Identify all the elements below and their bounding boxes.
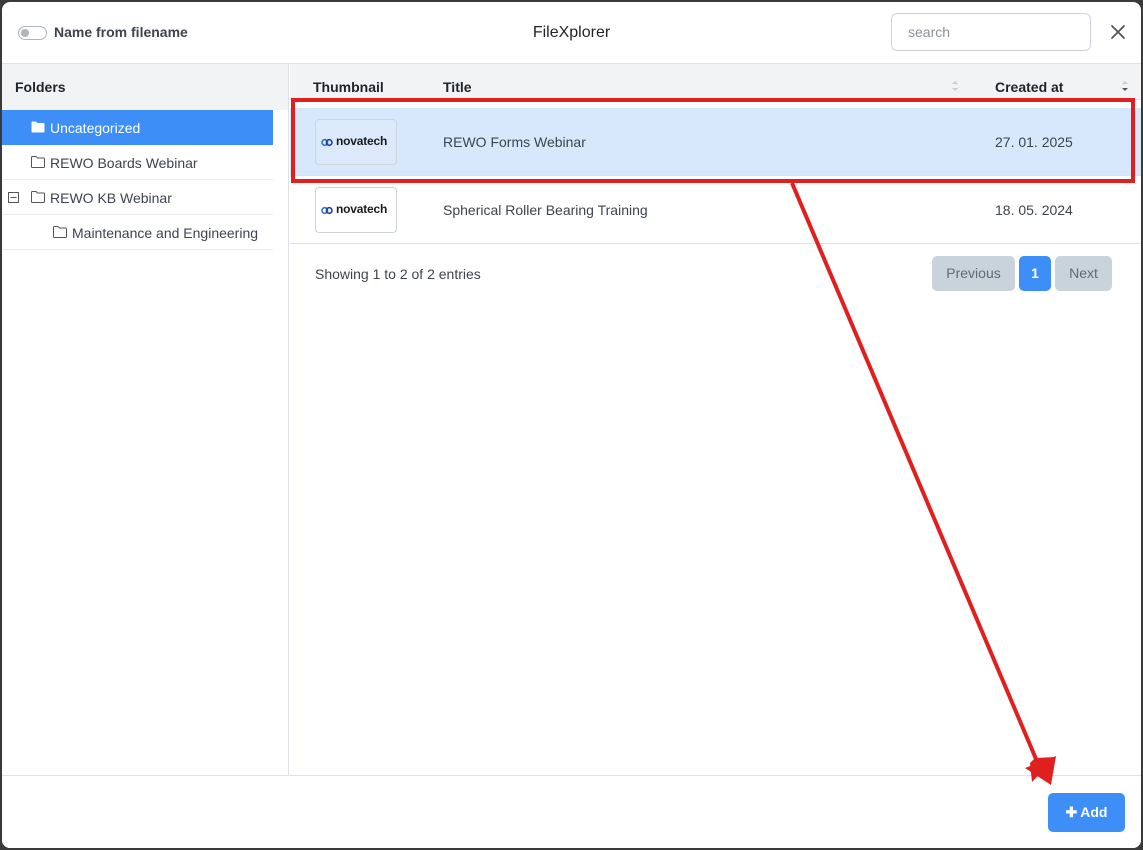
collapse-icon[interactable] xyxy=(8,192,19,203)
row-created-at: 27. 01. 2025 xyxy=(995,134,1073,150)
table-row[interactable]: novatech Spherical Roller Bearing Traini… xyxy=(290,176,1141,244)
files-table-panel: Thumbnail Title Created at novatech REWO… xyxy=(290,64,1141,776)
column-header-thumbnail: Thumbnail xyxy=(313,79,384,95)
thumbnail: novatech xyxy=(315,119,397,165)
folder-item-maintenance-and-engineering[interactable]: Maintenance and Engineering xyxy=(2,215,273,250)
add-button-label: Add xyxy=(1080,804,1108,820)
folder-icon xyxy=(31,191,45,203)
table-header: Thumbnail Title Created at xyxy=(290,64,1141,100)
thumbnail-logo-text: novatech xyxy=(336,134,388,148)
sort-desc-icon[interactable] xyxy=(1121,79,1129,93)
folder-icon xyxy=(53,226,67,238)
folder-item-uncategorized[interactable]: Uncategorized xyxy=(2,110,273,145)
add-button[interactable]: ✚ Add xyxy=(1048,793,1125,832)
column-header-title[interactable]: Title xyxy=(443,79,472,95)
folder-item-rewo-boards-webinar[interactable]: REWO Boards Webinar xyxy=(2,145,273,180)
column-header-created-at[interactable]: Created at xyxy=(995,79,1063,95)
folders-sidebar: Folders Uncategorized REWO Boards Webina… xyxy=(2,64,289,776)
thumbnail-logo-text: novatech xyxy=(336,202,388,216)
thumbnail: novatech xyxy=(315,187,397,233)
folder-label: Uncategorized xyxy=(50,120,141,136)
table-row[interactable]: novatech REWO Forms Webinar 27. 01. 2025 xyxy=(290,108,1141,176)
folder-item-rewo-kb-webinar[interactable]: REWO KB Webinar xyxy=(2,180,273,215)
modal-footer: ✚ Add xyxy=(2,775,1141,848)
table-info: Showing 1 to 2 of 2 entries xyxy=(315,266,481,282)
close-icon[interactable] xyxy=(1108,22,1128,42)
plus-icon: ✚ xyxy=(1065,804,1078,820)
novatech-logo-icon xyxy=(321,206,333,215)
sort-icon[interactable] xyxy=(951,79,959,93)
folder-label: Maintenance and Engineering xyxy=(72,225,259,241)
folders-heading: Folders xyxy=(2,64,288,110)
file-explorer-modal: Name from filename FileXplorer Folders U… xyxy=(2,2,1141,848)
row-title: Spherical Roller Bearing Training xyxy=(443,202,648,218)
page-1-button[interactable]: 1 xyxy=(1019,256,1051,291)
novatech-logo-icon xyxy=(321,138,333,147)
modal-header: Name from filename FileXplorer xyxy=(2,2,1141,64)
folder-label: REWO KB Webinar xyxy=(50,190,172,206)
folder-icon xyxy=(31,156,45,168)
search-input[interactable] xyxy=(891,13,1091,51)
next-page-button[interactable]: Next xyxy=(1055,256,1112,291)
folder-label: REWO Boards Webinar xyxy=(50,155,198,171)
row-title: REWO Forms Webinar xyxy=(443,134,586,150)
folder-icon xyxy=(31,121,45,133)
row-created-at: 18. 05. 2024 xyxy=(995,202,1073,218)
previous-page-button[interactable]: Previous xyxy=(932,256,1015,291)
